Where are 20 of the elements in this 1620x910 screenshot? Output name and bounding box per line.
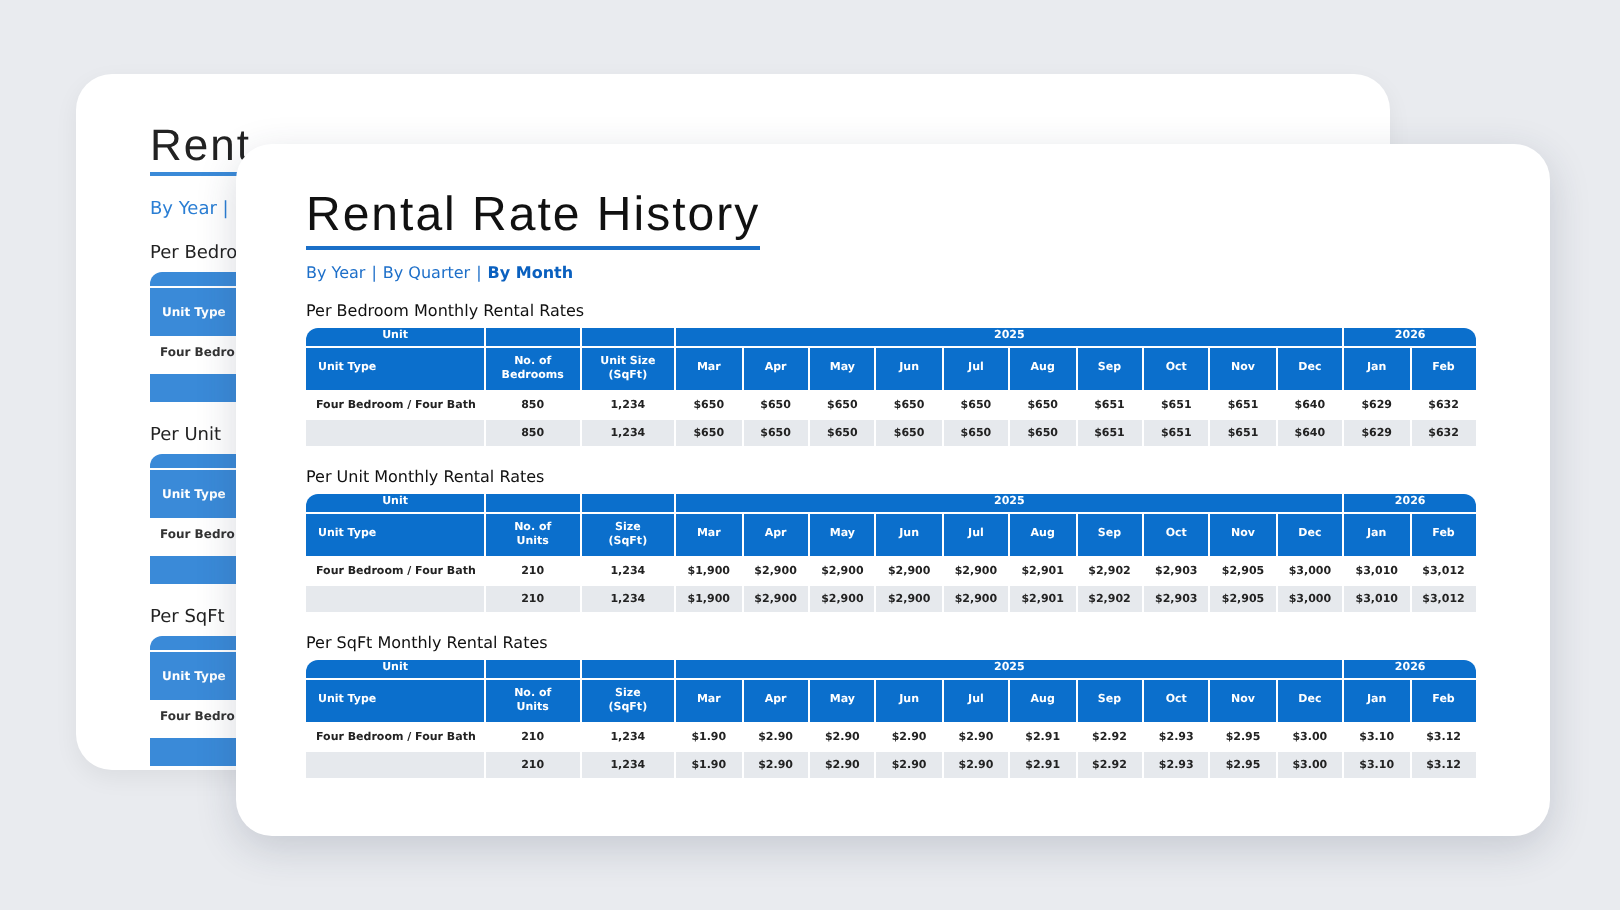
table-header-cell (486, 660, 580, 678)
section-title: Per Bedroom Monthly Rental Rates (306, 302, 587, 320)
page-title: Rental Rate History (306, 188, 761, 250)
section-title: Per Bedro (150, 244, 238, 264)
separator: | (476, 264, 482, 282)
view-link[interactable]: By Quarter (382, 264, 471, 282)
section-title: Per Unit Monthly Rental Rates (306, 468, 547, 486)
table-header-cell (486, 328, 580, 346)
table-header-cell (486, 494, 580, 512)
table-header-cell (581, 660, 675, 678)
section-title: Per SqFt (150, 608, 225, 628)
separator: | (371, 264, 377, 282)
view-link[interactable]: By Year | (150, 200, 229, 220)
table-header-cell (581, 328, 675, 346)
view-link[interactable]: By Year (306, 264, 366, 282)
page-title: Rent (150, 122, 251, 170)
table-header-cell (581, 494, 675, 512)
section-title: Per Unit (150, 426, 222, 446)
view-link[interactable]: By Month (487, 264, 574, 282)
section-title: Per SqFt Monthly Rental Rates (306, 634, 550, 652)
